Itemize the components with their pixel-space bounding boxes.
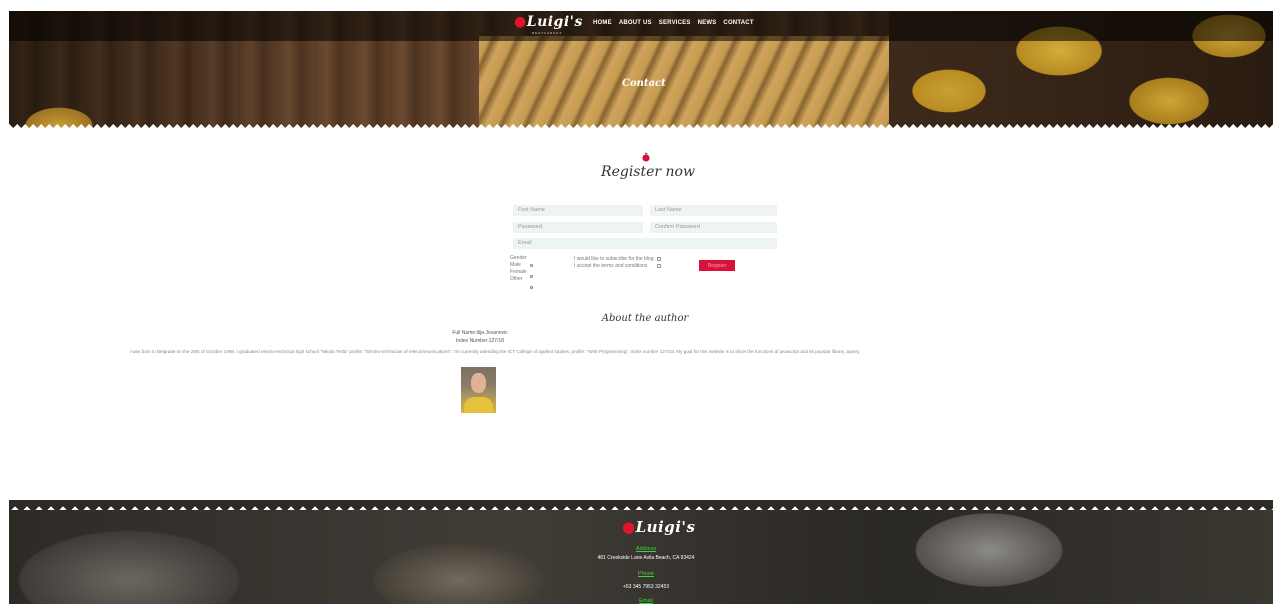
footer-logo-tomato-icon: ● [622, 518, 636, 536]
author-photo-shirt [464, 397, 493, 413]
tomato-icon [642, 152, 650, 162]
footer-logo-text: Luigi's [635, 518, 696, 536]
last-name-input[interactable] [650, 205, 777, 216]
page-title: Contact [622, 78, 666, 89]
footer-phone-value: +53 345 7953 32453 [622, 584, 670, 590]
gender-other-radio[interactable] [530, 286, 533, 289]
first-name-input[interactable] [513, 205, 643, 216]
register-button[interactable]: Register [699, 260, 735, 271]
author-full-name: Full Name:Ilija Jovanovic [452, 330, 508, 336]
hero-zigzag-edge [9, 124, 1273, 134]
author-bio: I was born in Belgrade on the 29th of Oc… [129, 349, 861, 354]
logo-text: Luigi's [526, 14, 583, 30]
author-photo-face [471, 373, 486, 393]
nav-news[interactable]: NEWS [698, 20, 717, 26]
logo-subtitle: RESTAURANT [532, 31, 563, 35]
gender-group: Gender Male Female Other [510, 255, 538, 283]
terms-text: I would like to subscribe for the blog. … [574, 256, 655, 269]
subscribe-checkbox[interactable] [657, 257, 661, 261]
author-photo [461, 367, 496, 413]
about-title: About the author [601, 313, 689, 324]
footer-address-value: 481 Creekside Lane Avila Beach, CA 93424 [597, 555, 695, 561]
nav-home[interactable]: HOME [593, 20, 612, 26]
main-nav: HOME ABOUT US SERVICES NEWS CONTACT [593, 20, 754, 26]
hero-pasta-mid [479, 36, 899, 131]
footer-phone-label[interactable]: Phone [586, 571, 706, 577]
footer-logo[interactable]: ●Luigi's [622, 518, 695, 536]
password-input[interactable] [513, 222, 643, 233]
terms-checkbox[interactable] [657, 264, 661, 268]
gender-option-other: Other [510, 276, 523, 282]
top-navbar [9, 11, 1273, 41]
nav-about-us[interactable]: ABOUT US [619, 20, 652, 26]
site-logo[interactable]: ●Luigi's [514, 14, 583, 30]
footer-address-label[interactable]: Address [586, 546, 706, 552]
register-title: Register now [601, 164, 695, 180]
logo-tomato-icon: ● [514, 14, 527, 30]
confirm-password-input[interactable] [650, 222, 777, 233]
nav-contact[interactable]: CONTACT [723, 20, 753, 26]
author-index-number: Index Number:127/18 [455, 338, 505, 344]
gender-male-radio[interactable] [530, 264, 533, 267]
gender-label: Gender [510, 255, 527, 261]
gender-option-female: Female [510, 269, 527, 275]
email-input[interactable] [513, 238, 777, 249]
nav-services[interactable]: SERVICES [659, 20, 691, 26]
footer-email-label[interactable]: Email [586, 598, 706, 604]
gender-option-male: Male [510, 262, 521, 268]
gender-female-radio[interactable] [530, 275, 533, 278]
